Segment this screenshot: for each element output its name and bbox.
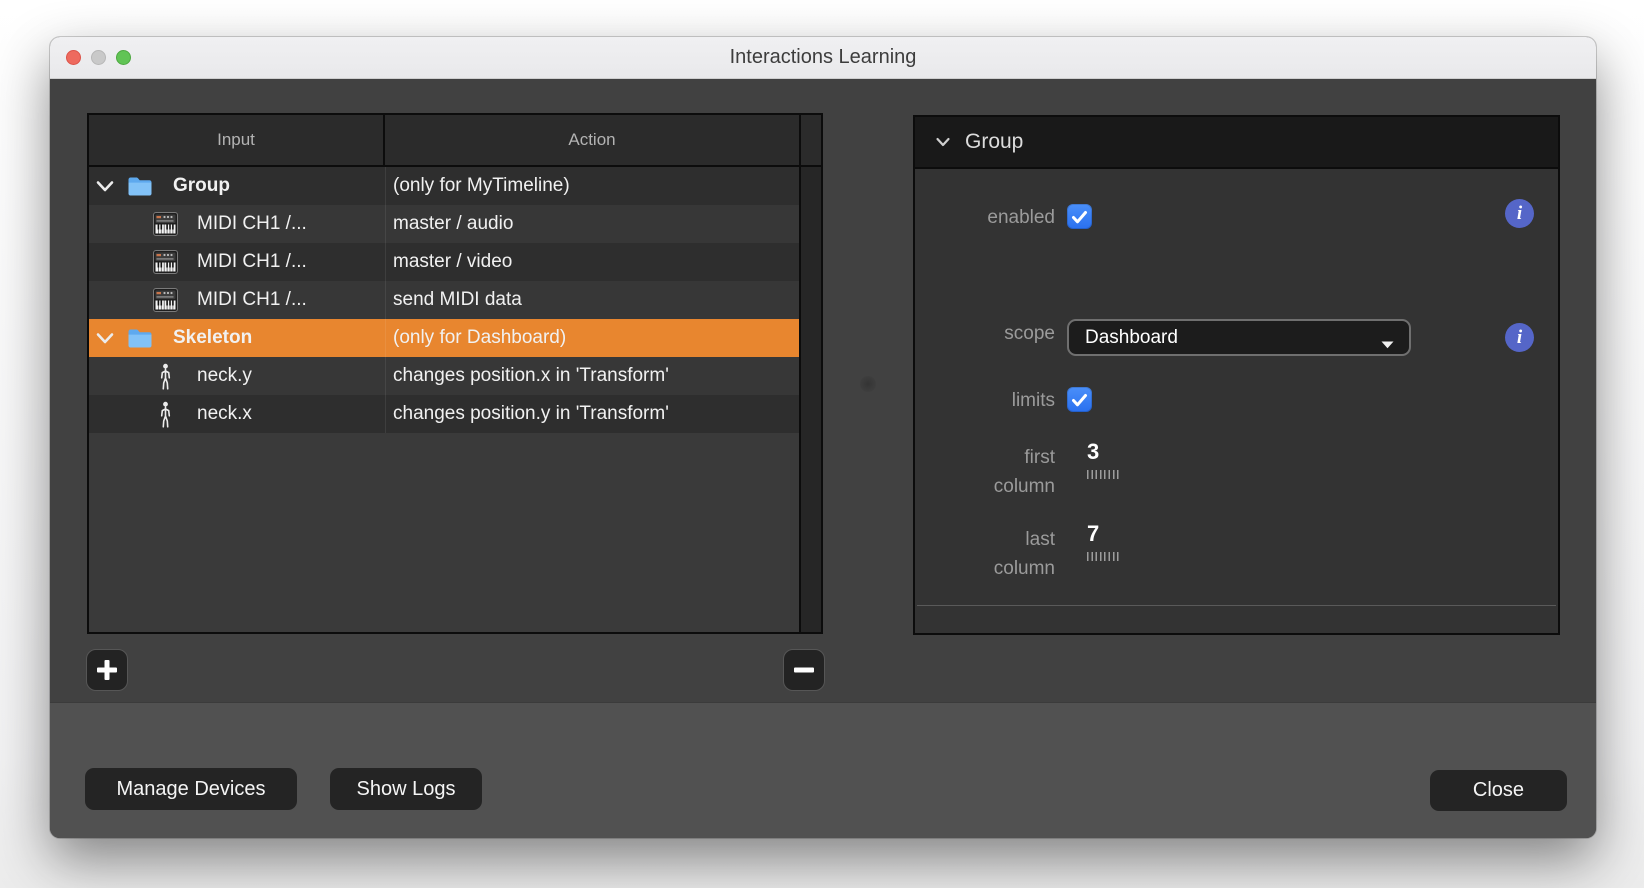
value-scrubber-ticks[interactable] xyxy=(1087,470,1120,479)
last-column-value[interactable]: 7 xyxy=(1087,521,1099,547)
window-title: Interactions Learning xyxy=(50,37,1596,78)
folder-icon xyxy=(127,328,153,349)
action-cell: changes position.x in 'Transform' xyxy=(385,357,799,395)
minus-icon xyxy=(792,658,816,682)
input-label: MIDI CH1 /... xyxy=(197,251,307,273)
input-label: Skeleton xyxy=(173,327,252,349)
table-row[interactable]: Group (only for MyTimeline) xyxy=(89,167,799,205)
first-column-value[interactable]: 3 xyxy=(1087,439,1099,465)
person-icon xyxy=(153,363,178,390)
value-scrubber-ticks[interactable] xyxy=(1087,552,1120,561)
action-cell: (only for Dashboard) xyxy=(385,319,799,357)
action-cell: send MIDI data xyxy=(385,281,799,319)
plus-icon xyxy=(95,658,119,682)
column-header-action[interactable]: Action xyxy=(385,115,801,165)
person-icon xyxy=(153,401,178,428)
show-logs-button[interactable]: Show Logs xyxy=(330,768,482,810)
input-cell: MIDI CH1 /... xyxy=(89,205,385,243)
add-row-button[interactable] xyxy=(86,649,128,691)
close-window-button[interactable] xyxy=(66,50,81,65)
chevron-down-icon xyxy=(1380,334,1395,356)
remove-row-button[interactable] xyxy=(783,649,825,691)
minimize-window-button[interactable] xyxy=(91,50,106,65)
interactions-table: Input Action Group (only for MyTimeline) M… xyxy=(87,113,823,634)
chevron-down-icon[interactable] xyxy=(95,332,115,345)
input-cell: neck.y xyxy=(89,357,385,395)
scrollbar-header-spacer xyxy=(801,115,821,165)
desktop-background: Interactions Learning Input Action Group… xyxy=(0,0,1644,888)
action-label: send MIDI data xyxy=(393,289,522,311)
inspector-header[interactable]: Group xyxy=(915,117,1558,169)
input-label: MIDI CH1 /... xyxy=(197,289,307,311)
footer-bar: Manage Devices Show Logs Close xyxy=(50,702,1596,838)
scope-dropdown-value: Dashboard xyxy=(1085,327,1178,349)
column-header-input[interactable]: Input xyxy=(89,115,385,165)
table-row[interactable]: neck.x changes position.y in 'Transform' xyxy=(89,395,799,433)
action-cell: master / video xyxy=(385,243,799,281)
action-cell: (only for MyTimeline) xyxy=(385,167,799,205)
table-rows: Group (only for MyTimeline) MIDI CH1 /... m… xyxy=(89,167,799,632)
input-cell: MIDI CH1 /... xyxy=(89,243,385,281)
action-label: (only for MyTimeline) xyxy=(393,175,570,197)
manage-devices-button[interactable]: Manage Devices xyxy=(85,768,297,810)
checkmark-icon xyxy=(1071,393,1088,407)
enabled-label: enabled xyxy=(915,205,1055,231)
table-row[interactable]: neck.y changes position.x in 'Transform' xyxy=(89,357,799,395)
action-label: master / video xyxy=(393,251,512,273)
table-row[interactable]: MIDI CH1 /... master / audio xyxy=(89,205,799,243)
vertical-scrollbar-track[interactable] xyxy=(799,167,821,632)
info-icon[interactable]: i xyxy=(1505,199,1534,228)
input-label: MIDI CH1 /... xyxy=(197,213,307,235)
close-button[interactable]: Close xyxy=(1430,770,1567,811)
inspector-title: Group xyxy=(965,130,1023,154)
input-label: neck.y xyxy=(197,365,252,387)
table-row[interactable]: MIDI CH1 /... send MIDI data xyxy=(89,281,799,319)
chevron-down-icon[interactable] xyxy=(95,180,115,193)
limits-checkbox[interactable] xyxy=(1067,387,1092,412)
input-cell: Skeleton xyxy=(89,319,385,357)
scope-dropdown[interactable]: Dashboard xyxy=(1067,319,1411,356)
action-cell: master / audio xyxy=(385,205,799,243)
input-cell: Group xyxy=(89,167,385,205)
action-label: changes position.y in 'Transform' xyxy=(393,403,669,425)
table-header: Input Action xyxy=(89,115,821,167)
input-cell: neck.x xyxy=(89,395,385,433)
action-label: (only for Dashboard) xyxy=(393,327,566,349)
table-row[interactable]: MIDI CH1 /... master / video xyxy=(89,243,799,281)
action-label: changes position.x in 'Transform' xyxy=(393,365,669,387)
inspector-panel: Group enabled i scope Dashboard xyxy=(913,115,1560,635)
interactions-learning-window: Interactions Learning Input Action Group… xyxy=(50,37,1596,838)
enabled-checkbox[interactable] xyxy=(1067,204,1092,229)
scope-label: scope xyxy=(915,321,1055,347)
window-titlebar[interactable]: Interactions Learning xyxy=(50,37,1596,79)
window-content: Input Action Group (only for MyTimeline) M… xyxy=(50,79,1596,838)
midi-keyboard-icon xyxy=(153,250,178,274)
input-label: Group xyxy=(173,175,230,197)
folder-icon xyxy=(127,176,153,197)
last-column-label: last column xyxy=(915,525,1055,583)
midi-keyboard-icon xyxy=(153,212,178,236)
table-body: Group (only for MyTimeline) MIDI CH1 /... m… xyxy=(89,167,821,632)
first-column-label: first column xyxy=(915,443,1055,501)
chevron-down-icon xyxy=(935,137,951,148)
zoom-window-button[interactable] xyxy=(116,50,131,65)
panel-splitter-dot xyxy=(860,376,876,392)
info-icon[interactable]: i xyxy=(1505,323,1534,352)
limits-label: limits xyxy=(915,388,1055,414)
checkmark-icon xyxy=(1071,210,1088,224)
action-cell: changes position.y in 'Transform' xyxy=(385,395,799,433)
traffic-lights xyxy=(66,50,131,65)
input-cell: MIDI CH1 /... xyxy=(89,281,385,319)
inspector-body: enabled i scope Dashboard i xyxy=(915,169,1558,631)
table-row[interactable]: Skeleton (only for Dashboard) xyxy=(89,319,799,357)
input-label: neck.x xyxy=(197,403,252,425)
action-label: master / audio xyxy=(393,213,513,235)
inspector-divider xyxy=(917,605,1556,606)
midi-keyboard-icon xyxy=(153,288,178,312)
